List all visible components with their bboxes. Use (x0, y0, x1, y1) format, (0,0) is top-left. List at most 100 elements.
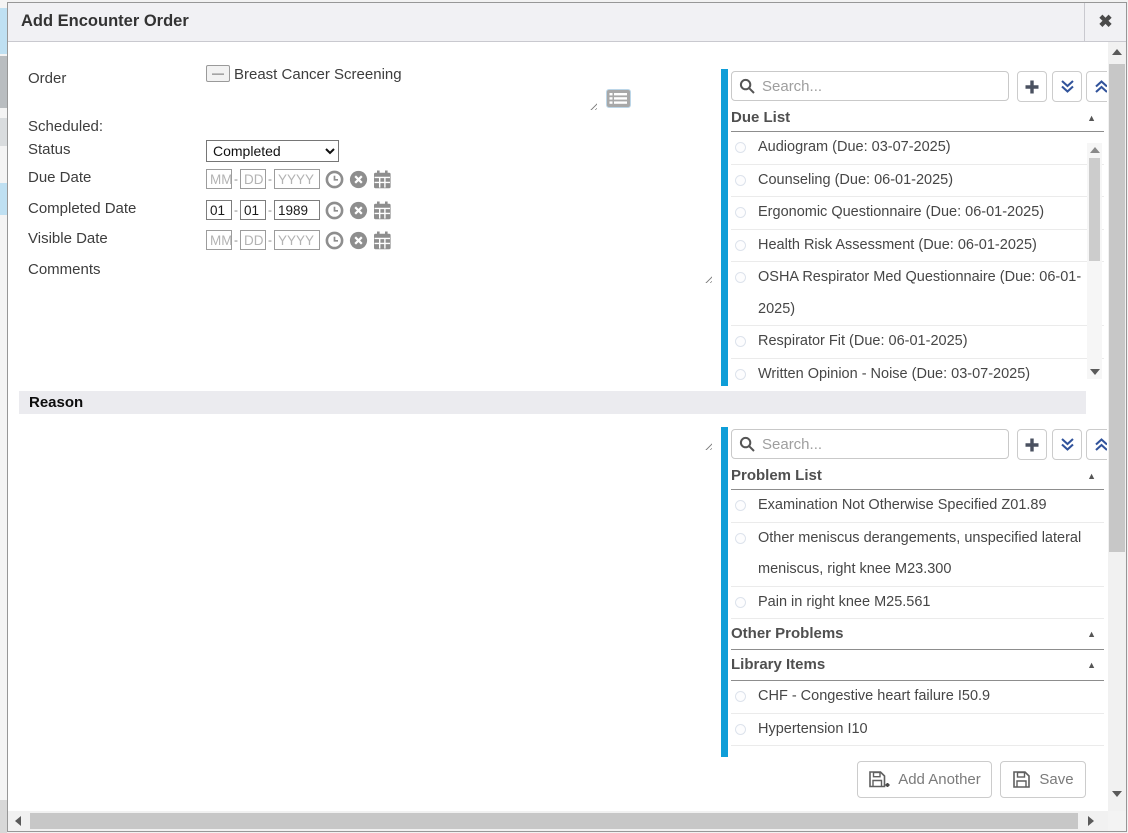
save-icon (1012, 770, 1031, 789)
completed-date-day-input[interactable] (240, 200, 266, 220)
save-button[interactable]: Save (1000, 761, 1086, 798)
completed-date-year-input[interactable] (274, 200, 320, 220)
library-item-label: CHF - Congestive heart failure I50.9 (758, 688, 990, 704)
scroll-left-icon[interactable] (15, 816, 21, 826)
due-collapse-all-button[interactable] (1086, 71, 1107, 102)
comments-textarea[interactable] (206, 259, 713, 284)
problems-body: Problem List ▲ Examination Not Otherwise… (731, 463, 1104, 746)
completed-date-row: - - (206, 199, 392, 221)
visible-date-month-input[interactable] (206, 230, 232, 250)
other-problems-header[interactable]: Other Problems ▲ (731, 619, 1104, 650)
radio-icon (735, 500, 746, 511)
add-another-button[interactable]: Add Another (857, 761, 992, 798)
calendar-icon[interactable] (373, 201, 392, 220)
due-list-scrollbar[interactable] (1087, 143, 1102, 379)
clock-icon[interactable] (325, 231, 344, 250)
problem-item-label: Examination Not Otherwise Specified Z01.… (758, 497, 1047, 513)
due-add-button[interactable] (1017, 71, 1047, 102)
double-chevron-up-icon (1093, 437, 1108, 452)
problems-collapse-all-button[interactable] (1086, 429, 1107, 460)
due-search-input[interactable] (731, 71, 1009, 101)
remove-order-button[interactable]: — (206, 65, 230, 82)
radio-icon (735, 533, 746, 544)
completed-date-label: Completed Date (28, 199, 136, 219)
due-list-item[interactable]: Respirator Fit (Due: 06-01-2025) (731, 326, 1104, 359)
due-date-label: Due Date (28, 168, 91, 188)
collapse-icon[interactable]: ▲ (1087, 105, 1096, 131)
due-list-body: Due List ▲ Audiogram (Due: 03-07-2025) C… (731, 105, 1104, 386)
order-lookup-button[interactable] (604, 87, 632, 109)
problems-add-button[interactable] (1017, 429, 1047, 460)
date-separator: - (268, 172, 272, 186)
scrollbar-thumb[interactable] (30, 813, 1078, 829)
problems-search-wrap (731, 429, 1009, 459)
library-items-header[interactable]: Library Items ▲ (731, 650, 1104, 681)
due-item-label: Written Opinion - Noise (Due: 03-07-2025… (758, 366, 1030, 382)
scroll-down-icon[interactable] (1090, 369, 1100, 375)
add-encounter-order-dialog: Add Encounter Order ✖ Order Scheduled: S… (7, 2, 1127, 832)
panel-accent-bar (721, 427, 728, 757)
background-page-edge (0, 0, 7, 833)
close-button[interactable]: ✖ (1084, 3, 1126, 41)
problem-list-item[interactable]: Pain in right knee M25.561 (731, 587, 1104, 620)
due-list-item[interactable]: Ergonomic Questionnaire (Due: 06-01-2025… (731, 197, 1104, 230)
problems-expand-all-button[interactable] (1052, 429, 1082, 460)
scroll-up-icon[interactable] (1112, 49, 1122, 55)
visible-date-row: - - (206, 229, 392, 251)
reason-header-text: Reason (19, 391, 83, 414)
clear-date-icon[interactable] (349, 231, 368, 250)
search-icon (739, 78, 756, 95)
due-expand-all-button[interactable] (1052, 71, 1082, 102)
scrollbar-thumb[interactable] (1089, 158, 1100, 261)
due-list-item[interactable]: OSHA Respirator Med Questionnaire (Due: … (731, 262, 1104, 326)
radio-icon (735, 240, 746, 251)
radio-icon (735, 175, 746, 186)
due-list-item[interactable]: Audiogram (Due: 03-07-2025) (731, 132, 1104, 165)
library-item-label: Hypertension I10 (758, 721, 868, 737)
vertical-scrollbar[interactable] (1108, 42, 1126, 811)
collapse-icon[interactable]: ▲ (1087, 619, 1096, 649)
completed-date-month-input[interactable] (206, 200, 232, 220)
horizontal-scrollbar[interactable] (8, 811, 1108, 831)
clear-date-icon[interactable] (349, 201, 368, 220)
problem-list-item[interactable]: Examination Not Otherwise Specified Z01.… (731, 490, 1104, 523)
clear-date-icon[interactable] (349, 170, 368, 189)
calendar-icon[interactable] (373, 231, 392, 250)
problem-list-item[interactable]: Other meniscus derangements, unspecified… (731, 523, 1104, 587)
clock-icon[interactable] (325, 201, 344, 220)
due-list-item[interactable]: Counseling (Due: 06-01-2025) (731, 165, 1104, 198)
due-date-day-input[interactable] (240, 169, 266, 189)
collapse-icon[interactable]: ▲ (1087, 650, 1096, 680)
scrollbar-thumb[interactable] (1109, 64, 1125, 552)
due-date-month-input[interactable] (206, 169, 232, 189)
due-list-item[interactable]: Written Opinion - Noise (Due: 03-07-2025… (731, 359, 1104, 387)
problem-list-header[interactable]: Problem List ▲ (731, 463, 1104, 490)
background-segment (0, 183, 7, 215)
due-list-header[interactable]: Due List ▲ (731, 105, 1104, 132)
library-item[interactable]: CHF - Congestive heart failure I50.9 (731, 681, 1104, 714)
order-label: Order (28, 69, 66, 89)
due-date-year-input[interactable] (274, 169, 320, 189)
library-items-header-text: Library Items (731, 656, 825, 673)
scroll-up-icon[interactable] (1090, 147, 1100, 153)
collapse-icon[interactable]: ▲ (1087, 463, 1096, 489)
radio-icon (735, 336, 746, 347)
double-chevron-up-icon (1093, 79, 1108, 94)
problems-panel: Problem List ▲ Examination Not Otherwise… (721, 427, 1107, 757)
date-separator: - (234, 233, 238, 247)
reason-input[interactable] (29, 429, 713, 451)
clock-icon[interactable] (325, 170, 344, 189)
scroll-right-icon[interactable] (1088, 816, 1094, 826)
visible-date-year-input[interactable] (274, 230, 320, 250)
problems-search-input[interactable] (731, 429, 1009, 459)
calendar-icon[interactable] (373, 170, 392, 189)
order-input[interactable] (206, 87, 598, 111)
double-chevron-down-icon (1059, 437, 1076, 452)
scroll-down-icon[interactable] (1112, 791, 1122, 797)
due-list-item[interactable]: Health Risk Assessment (Due: 06-01-2025) (731, 230, 1104, 263)
selected-order-text: Breast Cancer Screening (234, 66, 402, 83)
library-item[interactable]: Hypertension I10 (731, 714, 1104, 747)
radio-icon (735, 272, 746, 283)
visible-date-day-input[interactable] (240, 230, 266, 250)
status-select[interactable]: Completed (206, 140, 339, 162)
